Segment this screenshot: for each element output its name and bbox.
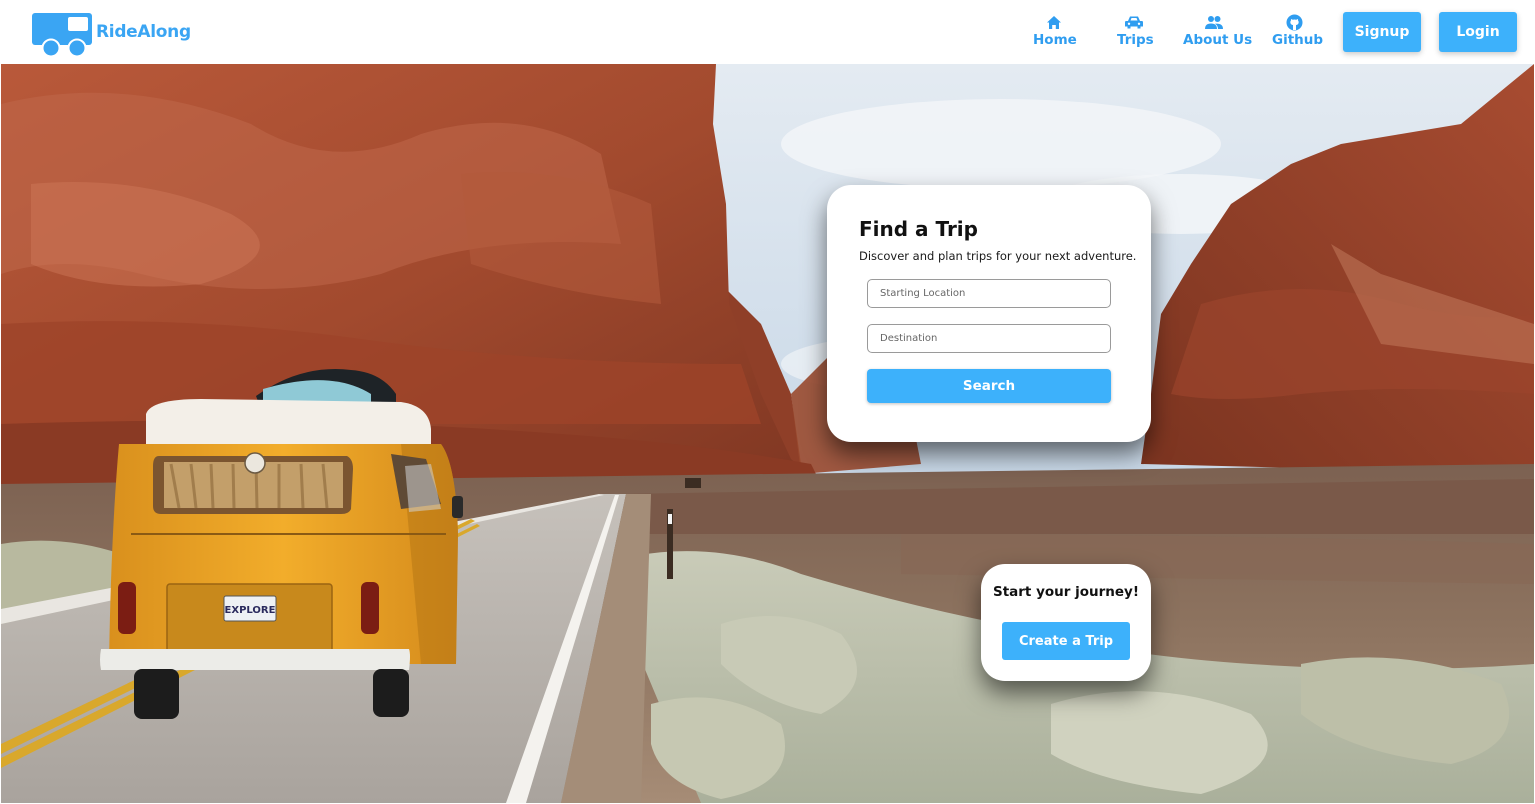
start-journey-title: Start your journey!: [992, 584, 1140, 600]
brand-name: RideAlong: [96, 22, 191, 42]
nav-github[interactable]: Github: [1272, 14, 1324, 52]
nav-github-label: Github: [1272, 32, 1324, 48]
create-trip-button[interactable]: Create a Trip: [1002, 622, 1130, 660]
bus-logo-icon: [32, 13, 92, 57]
find-trip-title: Find a Trip: [859, 217, 978, 241]
nav-trips-label: Trips: [1117, 32, 1154, 48]
people-icon: [1205, 16, 1223, 29]
starting-location-input[interactable]: [867, 279, 1111, 308]
login-button[interactable]: Login: [1439, 12, 1517, 52]
start-journey-card: Start your journey! Create a Trip: [981, 564, 1151, 681]
nav-about-us[interactable]: About Us: [1183, 14, 1253, 52]
nav-home[interactable]: Home: [1033, 14, 1077, 52]
nav-home-label: Home: [1033, 32, 1077, 48]
nav-about-us-label: About Us: [1183, 32, 1253, 48]
destination-input[interactable]: [867, 324, 1111, 353]
signup-button[interactable]: Signup: [1343, 12, 1421, 52]
find-trip-card: Find a Trip Discover and plan trips for …: [827, 185, 1151, 442]
find-trip-subtitle: Discover and plan trips for your next ad…: [859, 249, 1137, 263]
plate-text: EXPLORE: [225, 605, 276, 616]
hero-background: EXPLORE: [1, 64, 1534, 803]
van-illustration: EXPLORE: [100, 369, 463, 719]
brand-logo-link[interactable]: RideAlong: [32, 11, 192, 57]
navbar: RideAlong Home Trips About Us Github Sig…: [0, 0, 1535, 64]
car-icon: [1125, 16, 1143, 29]
hero-scene-image: EXPLORE: [1, 64, 1534, 803]
home-icon: [1047, 16, 1061, 29]
github-icon: [1286, 14, 1302, 31]
nav-trips[interactable]: Trips: [1117, 14, 1154, 52]
search-button[interactable]: Search: [867, 369, 1111, 403]
